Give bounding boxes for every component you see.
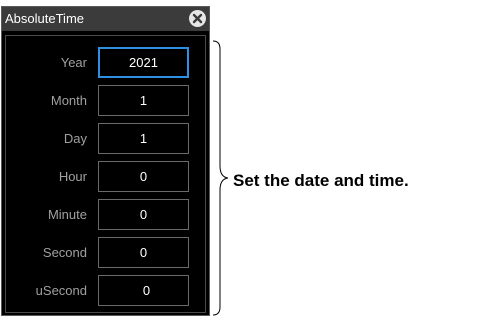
hour-field[interactable]: 0 <box>98 161 189 192</box>
month-field[interactable]: 1 <box>98 85 189 116</box>
usecond-field[interactable]: 0 <box>98 275 189 306</box>
close-icon <box>192 13 203 24</box>
day-label: Day <box>63 131 87 146</box>
day-field[interactable]: 1 <box>98 123 189 154</box>
second-field[interactable]: 0 <box>98 237 189 268</box>
annotation-text: Set the date and time. <box>233 171 409 190</box>
fields-panel: Year 2021 Month 1 Day 1 Hour 0 Minute 0 … <box>5 35 206 313</box>
second-row: Second 0 <box>6 236 205 270</box>
minute-label: Minute <box>47 207 87 222</box>
usecond-row: uSecond 0 <box>6 274 205 308</box>
year-label: Year <box>60 55 87 70</box>
curly-bracket <box>213 40 229 316</box>
dialog-title: AbsoluteTime <box>5 11 84 26</box>
year-field[interactable]: 2021 <box>98 47 189 78</box>
minute-row: Minute 0 <box>6 198 205 232</box>
absolute-time-dialog: AbsoluteTime Year 2021 Month 1 Day 1 Hou… <box>1 6 210 316</box>
hour-label: Hour <box>58 169 87 184</box>
day-row: Day 1 <box>6 122 205 156</box>
month-row: Month 1 <box>6 84 205 118</box>
dialog-titlebar: AbsoluteTime <box>2 7 209 31</box>
month-label: Month <box>50 93 87 108</box>
close-button[interactable] <box>189 10 206 27</box>
usecond-label: uSecond <box>35 283 87 298</box>
minute-field[interactable]: 0 <box>98 199 189 230</box>
hour-row: Hour 0 <box>6 160 205 194</box>
year-row: Year 2021 <box>6 46 205 80</box>
second-label: Second <box>42 245 87 260</box>
